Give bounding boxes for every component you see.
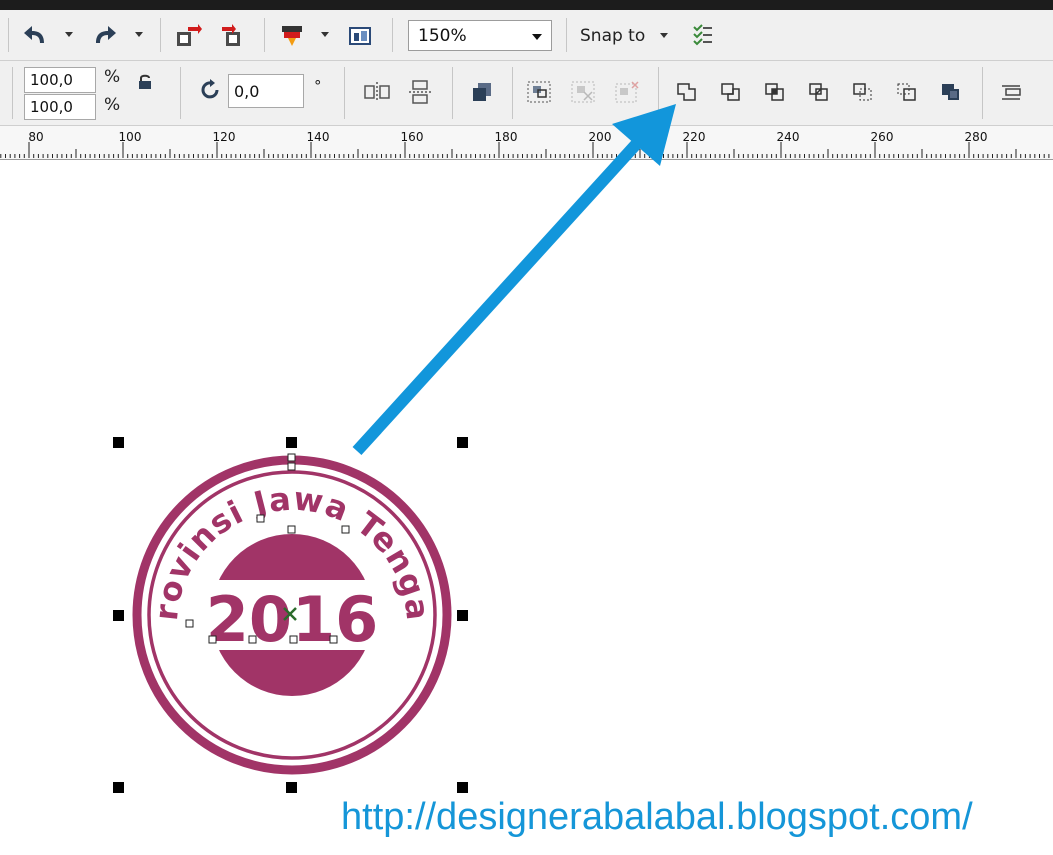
corel-draw-window: 150% Snap to 100,0 100,0 % % 0,0 ° 80 10… bbox=[0, 0, 1053, 855]
annotation-arrow bbox=[352, 104, 676, 456]
